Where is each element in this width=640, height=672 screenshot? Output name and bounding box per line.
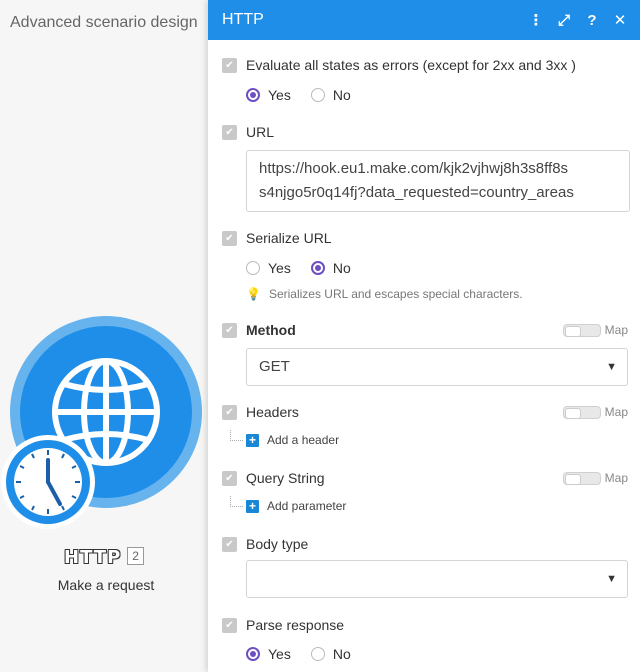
advanced-check-icon[interactable]: ✔: [222, 618, 237, 633]
url-value-line-1: https://hook.eu1.make.com/kjk2vjhwj8h3s8…: [259, 160, 569, 177]
toggle-switch: [562, 405, 601, 419]
expand-icon[interactable]: ⤢: [550, 12, 578, 29]
close-icon[interactable]: ✕: [606, 11, 634, 29]
url-input[interactable]: https://hook.eu1.make.com/kjk2vjhwj8h3s8…: [246, 150, 630, 212]
radio-label: No: [332, 260, 351, 276]
map-label: Map: [604, 323, 628, 337]
evaluate-errors-no[interactable]: No: [310, 87, 351, 103]
caret-down-icon: ▼: [606, 361, 617, 373]
add-header-button[interactable]: + Add a header: [246, 433, 339, 447]
method-map-toggle[interactable]: Map: [562, 323, 628, 337]
radio-label: Yes: [268, 646, 291, 662]
parse-response-no[interactable]: No: [310, 646, 351, 662]
http-module[interactable]: HTTP 2 Make a request: [0, 0, 208, 672]
query-string-label: Query String: [246, 470, 325, 486]
add-parameter-label: Add parameter: [267, 499, 347, 513]
url-label: URL: [246, 124, 275, 140]
module-name: HTTP: [64, 547, 122, 568]
caret-down-icon: ▼: [606, 573, 617, 585]
clock-icon: [1, 435, 95, 529]
advanced-check-icon[interactable]: ✔: [222, 537, 237, 552]
radio-label: Yes: [268, 260, 291, 276]
plus-icon: +: [246, 433, 259, 447]
lightbulb-icon: 💡: [246, 287, 261, 301]
module-graphic: [1, 316, 202, 529]
advanced-check-icon[interactable]: ✔: [222, 323, 237, 338]
radio-label: Yes: [268, 87, 291, 103]
advanced-check-icon[interactable]: ✔: [222, 125, 237, 140]
map-label: Map: [604, 471, 628, 485]
serialize-url-hint: 💡 Serializes URL and escapes special cha…: [246, 287, 523, 301]
advanced-check-icon[interactable]: ✔: [222, 471, 237, 486]
radio-checked-icon: [246, 88, 260, 102]
radio-checked-icon: [310, 261, 325, 275]
body-type-label: Body type: [246, 536, 309, 552]
advanced-check-icon[interactable]: ✔: [222, 231, 237, 246]
evaluate-errors-label: Evaluate all states as errors (except fo…: [246, 57, 576, 73]
toggle-switch: [562, 323, 601, 337]
tree-connector: [230, 496, 243, 507]
module-id-badge: 2: [127, 547, 144, 565]
serialize-url-label: Serialize URL: [246, 230, 332, 246]
radio-unchecked-icon: [310, 88, 325, 102]
panel-header: HTTP ⋮ ⤢ ? ✕: [208, 0, 640, 40]
radio-unchecked-icon: [246, 261, 260, 275]
add-parameter-button[interactable]: + Add parameter: [246, 499, 346, 513]
plus-icon: +: [246, 499, 259, 513]
query-string-map-toggle[interactable]: Map: [562, 471, 628, 485]
module-description: Make a request: [57, 577, 155, 593]
module-settings-panel: HTTP ⋮ ⤢ ? ✕ ✔ Evaluate all states as er…: [208, 0, 640, 672]
more-vertical-icon[interactable]: ⋮: [522, 11, 550, 29]
tree-connector: [230, 430, 243, 441]
toggle-switch: [562, 471, 601, 485]
body-type-select[interactable]: ▼: [246, 560, 628, 598]
evaluate-errors-radio-group: Yes No: [246, 87, 351, 103]
parse-response-yes[interactable]: Yes: [246, 646, 291, 662]
serialize-url-hint-text: Serializes URL and escapes special chara…: [268, 287, 523, 301]
map-label: Map: [604, 405, 628, 419]
serialize-url-no[interactable]: No: [310, 260, 351, 276]
parse-response-label: Parse response: [246, 617, 345, 633]
headers-label: Headers: [246, 404, 299, 420]
advanced-check-icon[interactable]: ✔: [222, 58, 237, 73]
method-value: GET: [259, 358, 290, 375]
add-header-label: Add a header: [267, 433, 340, 447]
module-label: HTTP 2: [0, 547, 208, 568]
headers-map-toggle[interactable]: Map: [562, 405, 628, 419]
scenario-canvas: Advanced scenario design HTTP 2 Make a r…: [0, 0, 208, 672]
serialize-url-radio-group: Yes No: [246, 260, 351, 276]
help-icon[interactable]: ?: [578, 12, 606, 29]
method-label: Method: [246, 322, 296, 338]
method-select[interactable]: GET ▼: [246, 348, 628, 386]
advanced-check-icon[interactable]: ✔: [222, 405, 237, 420]
serialize-url-yes[interactable]: Yes: [246, 260, 291, 276]
evaluate-errors-yes[interactable]: Yes: [246, 87, 291, 103]
radio-label: No: [332, 87, 351, 103]
url-value-line-2: s4njgo5r0q14fj?data_requested=country_ar…: [259, 184, 574, 201]
radio-checked-icon: [246, 647, 260, 661]
parse-response-radio-group: Yes No: [246, 646, 351, 662]
radio-label: No: [332, 646, 351, 662]
radio-unchecked-icon: [310, 647, 325, 661]
panel-title: HTTP: [222, 11, 264, 28]
